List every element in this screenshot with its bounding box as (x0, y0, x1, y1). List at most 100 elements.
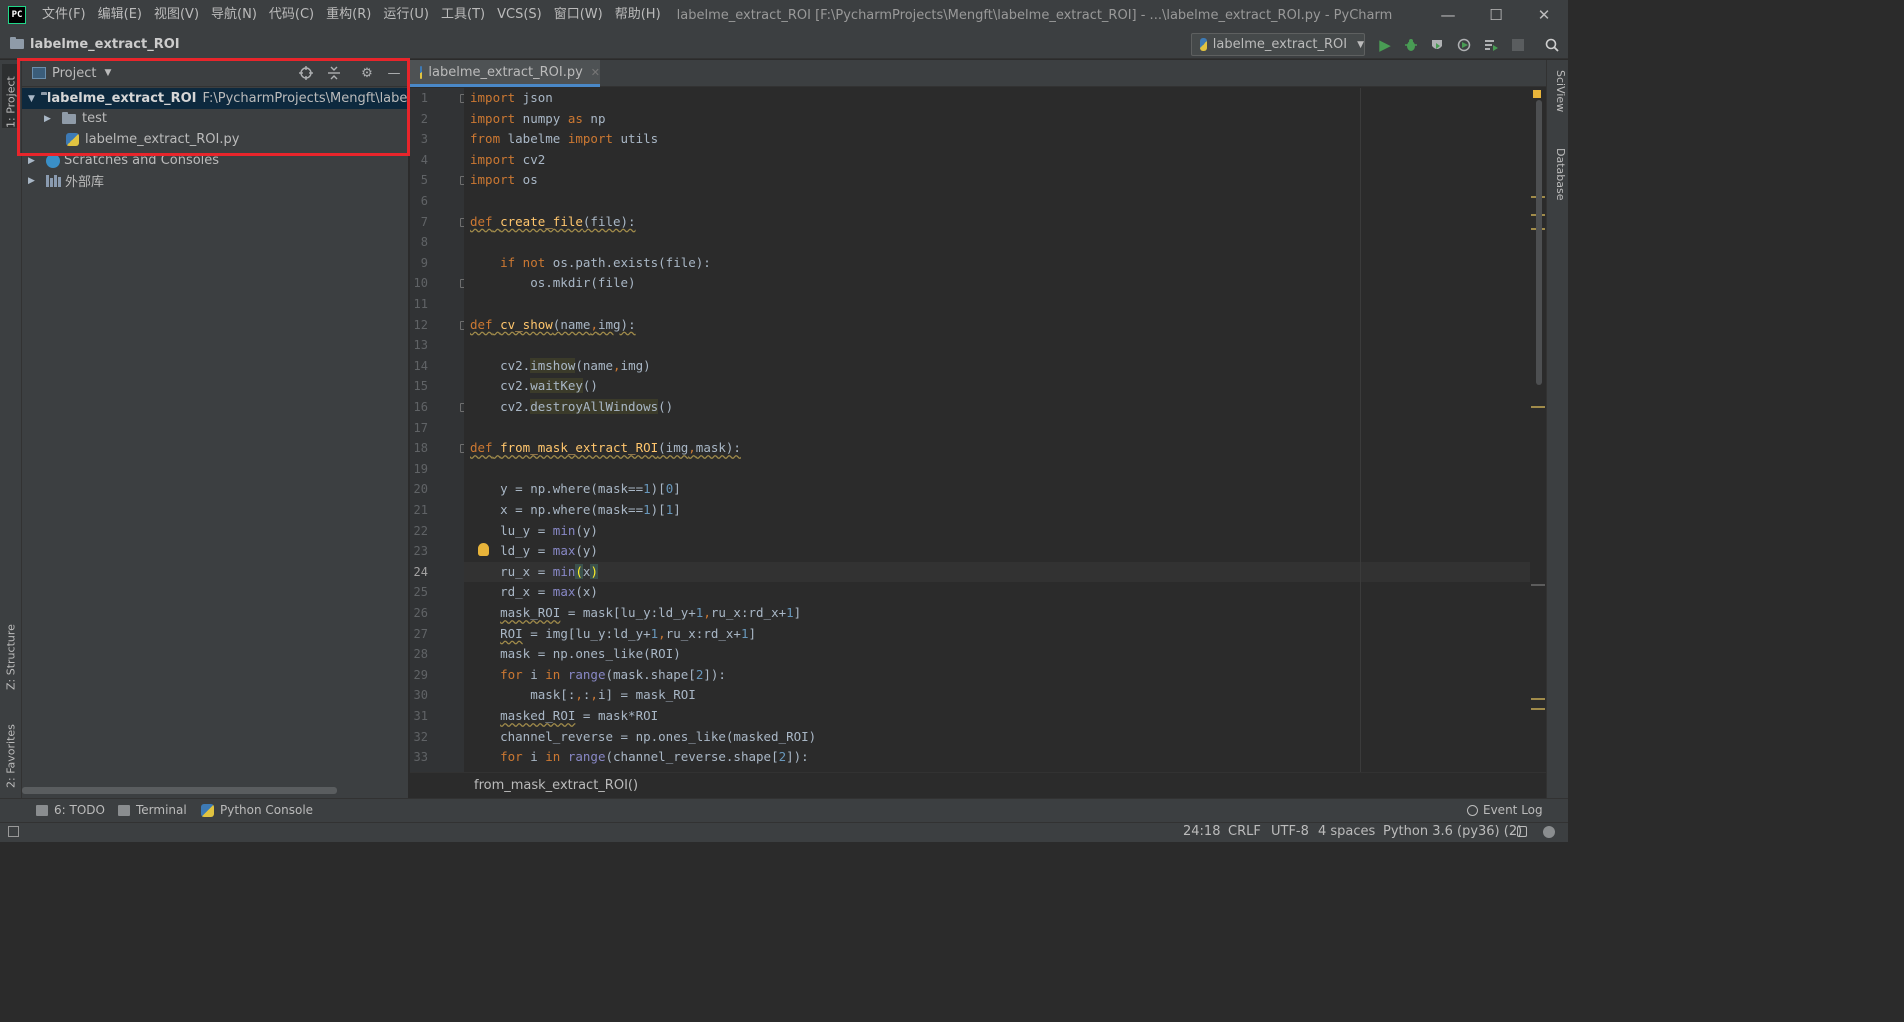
search-icon[interactable] (1544, 37, 1560, 53)
tree-root-project[interactable]: ▼ labelme_extract_ROI F:\PycharmProjects… (22, 88, 409, 109)
info-marker[interactable] (1531, 584, 1545, 586)
tree-file-main[interactable]: labelme_extract_ROI.py (22, 129, 409, 150)
project-tool-tab[interactable]: 1: Project (2, 64, 20, 128)
toggle-tool-windows-icon[interactable] (8, 826, 19, 837)
menu-item[interactable]: 窗口(W) (548, 0, 609, 30)
line-number: 10 (413, 276, 428, 291)
gear-icon[interactable]: ⚙ (359, 65, 375, 81)
code-line: mask[:,:,i] = mask_ROI (470, 687, 696, 703)
menu-item[interactable]: 编辑(E) (92, 0, 148, 30)
collapsed-arrow-icon: ▶ (28, 155, 35, 166)
minimize-icon[interactable]: — (1424, 0, 1472, 30)
concurrency-icon[interactable] (1483, 37, 1499, 53)
editor-tab-main[interactable]: labelme_extract_ROI.py ✕ (410, 60, 600, 87)
todo-tool-button[interactable]: 6: TODO (36, 803, 105, 817)
menu-item[interactable]: VCS(S) (491, 0, 548, 30)
folder-test-label: test (82, 111, 107, 126)
line-number: 28 (413, 647, 428, 662)
collapse-all-icon[interactable] (326, 65, 342, 81)
menu-item[interactable]: 运行(U) (377, 0, 435, 30)
python-console-tool-button[interactable]: Python Console (201, 803, 313, 817)
run-config-label: labelme_extract_ROI (1212, 37, 1348, 52)
profile-icon[interactable] (1456, 37, 1472, 53)
favorites-tool-tab[interactable]: 2: Favorites (2, 706, 20, 788)
tree-scratches[interactable]: ▶ Scratches and Consoles (22, 150, 409, 171)
code-line: import cv2 (470, 151, 546, 167)
structure-tool-tab[interactable]: Z: Structure (2, 606, 20, 690)
code-line: x = np.where(mask==1)[1] (470, 502, 681, 517)
run-icon[interactable]: ▶ (1377, 36, 1393, 54)
maximize-icon[interactable]: ☐ (1472, 0, 1520, 30)
right-tool-stripe: SciView Database (1546, 60, 1568, 798)
library-icon (46, 174, 61, 187)
tree-external-libs[interactable]: ▶ 外部库 (22, 170, 409, 191)
menu-item[interactable]: 工具(T) (435, 0, 491, 30)
inspector-icon[interactable] (1543, 826, 1555, 838)
code-line: ru_x = min(x) (470, 563, 598, 579)
project-tool-tab-label: 1: Project (4, 76, 18, 128)
code-line: import os (470, 172, 538, 188)
project-horizontal-scrollbar[interactable] (22, 787, 337, 794)
python-interpreter[interactable]: Python 3.6 (py36) (2) (1383, 824, 1522, 839)
file-encoding[interactable]: UTF-8 (1271, 824, 1309, 839)
python-file-icon (66, 133, 79, 146)
caret-position[interactable]: 24:18 (1183, 824, 1220, 839)
warning-marker[interactable] (1531, 698, 1545, 700)
line-number: 31 (413, 709, 428, 723)
editor-tab-label: labelme_extract_ROI.py (428, 64, 583, 80)
line-number: 11 (413, 297, 428, 311)
warning-marker[interactable] (1531, 708, 1545, 710)
menu-item[interactable]: 导航(N) (205, 0, 263, 30)
menu-item[interactable]: 重构(R) (320, 0, 377, 30)
coverage-icon[interactable] (1429, 37, 1445, 53)
menu-item[interactable]: 视图(V) (148, 0, 205, 30)
locate-icon[interactable] (298, 65, 314, 81)
navigation-bar: labelme_extract_ROI labelme_extract_ROI … (0, 30, 1568, 59)
debug-icon[interactable] (1403, 37, 1419, 53)
external-libs-label: 外部库 (65, 175, 105, 190)
warning-marker[interactable] (1531, 406, 1545, 408)
expanded-arrow-icon: ▼ (28, 93, 35, 104)
terminal-icon (118, 804, 130, 816)
close-icon[interactable]: ✕ (1520, 0, 1568, 30)
collapsed-arrow-icon: ▶ (28, 175, 35, 186)
code-editor[interactable]: import json import numpy as np from labe… (464, 88, 1546, 772)
code-line: ROI = img[lu_y:ld_y+1,ru_x:rd_x+1] (500, 625, 757, 641)
stop-icon[interactable] (1510, 37, 1526, 53)
chevron-down-icon: ▼ (1357, 39, 1364, 50)
indent-setting[interactable]: 4 spaces (1318, 824, 1375, 839)
lock-icon[interactable] (1517, 826, 1527, 837)
python-console-icon (201, 803, 214, 817)
menu-item[interactable]: 帮助(H) (609, 0, 667, 30)
sciview-tool-tab[interactable]: SciView (1549, 70, 1567, 112)
terminal-tool-button[interactable]: Terminal (118, 803, 187, 817)
editor-vertical-scrollbar[interactable] (1536, 100, 1542, 385)
hide-panel-icon[interactable]: — (386, 65, 402, 81)
line-number: 25 (413, 585, 428, 600)
database-tab-label: Database (1554, 148, 1567, 201)
line-number: 24 (413, 564, 428, 579)
warning-indicator-icon[interactable] (1533, 90, 1541, 98)
line-number: 14 (413, 358, 428, 373)
close-tab-icon[interactable]: ✕ (591, 66, 600, 79)
tree-folder-test[interactable]: ▶ test (22, 108, 409, 129)
menu-item[interactable]: 文件(F) (36, 0, 92, 30)
menu-item[interactable]: 代码(C) (263, 0, 320, 30)
project-view-selector[interactable]: Project ▼ (32, 66, 111, 81)
line-number: 32 (413, 729, 428, 744)
line-number: 7 (420, 214, 428, 229)
breadcrumb[interactable]: from_mask_extract_ROI() (474, 778, 638, 793)
root-folder-name: labelme_extract_ROI (46, 91, 197, 106)
file-main-label: labelme_extract_ROI.py (85, 132, 240, 147)
line-separator[interactable]: CRLF (1228, 824, 1261, 839)
code-line: for i in range(mask.shape[2]): (500, 666, 726, 682)
database-tool-tab[interactable]: Database (1549, 148, 1567, 201)
run-config-select[interactable]: labelme_extract_ROI ▼ (1191, 33, 1365, 56)
structure-tool-tab-label: Z: Structure (4, 624, 18, 690)
breadcrumb-project[interactable]: labelme_extract_ROI (10, 37, 180, 52)
event-log-tool-button[interactable]: Event Log (1467, 803, 1543, 817)
title-bar: PC 文件(F) 编辑(E) 视图(V) 导航(N) 代码(C) 重构(R) 运行(U) 工具… (0, 0, 1568, 30)
scratches-icon (46, 153, 60, 168)
line-number: 18 (413, 441, 428, 456)
line-number: 6 (420, 194, 428, 208)
